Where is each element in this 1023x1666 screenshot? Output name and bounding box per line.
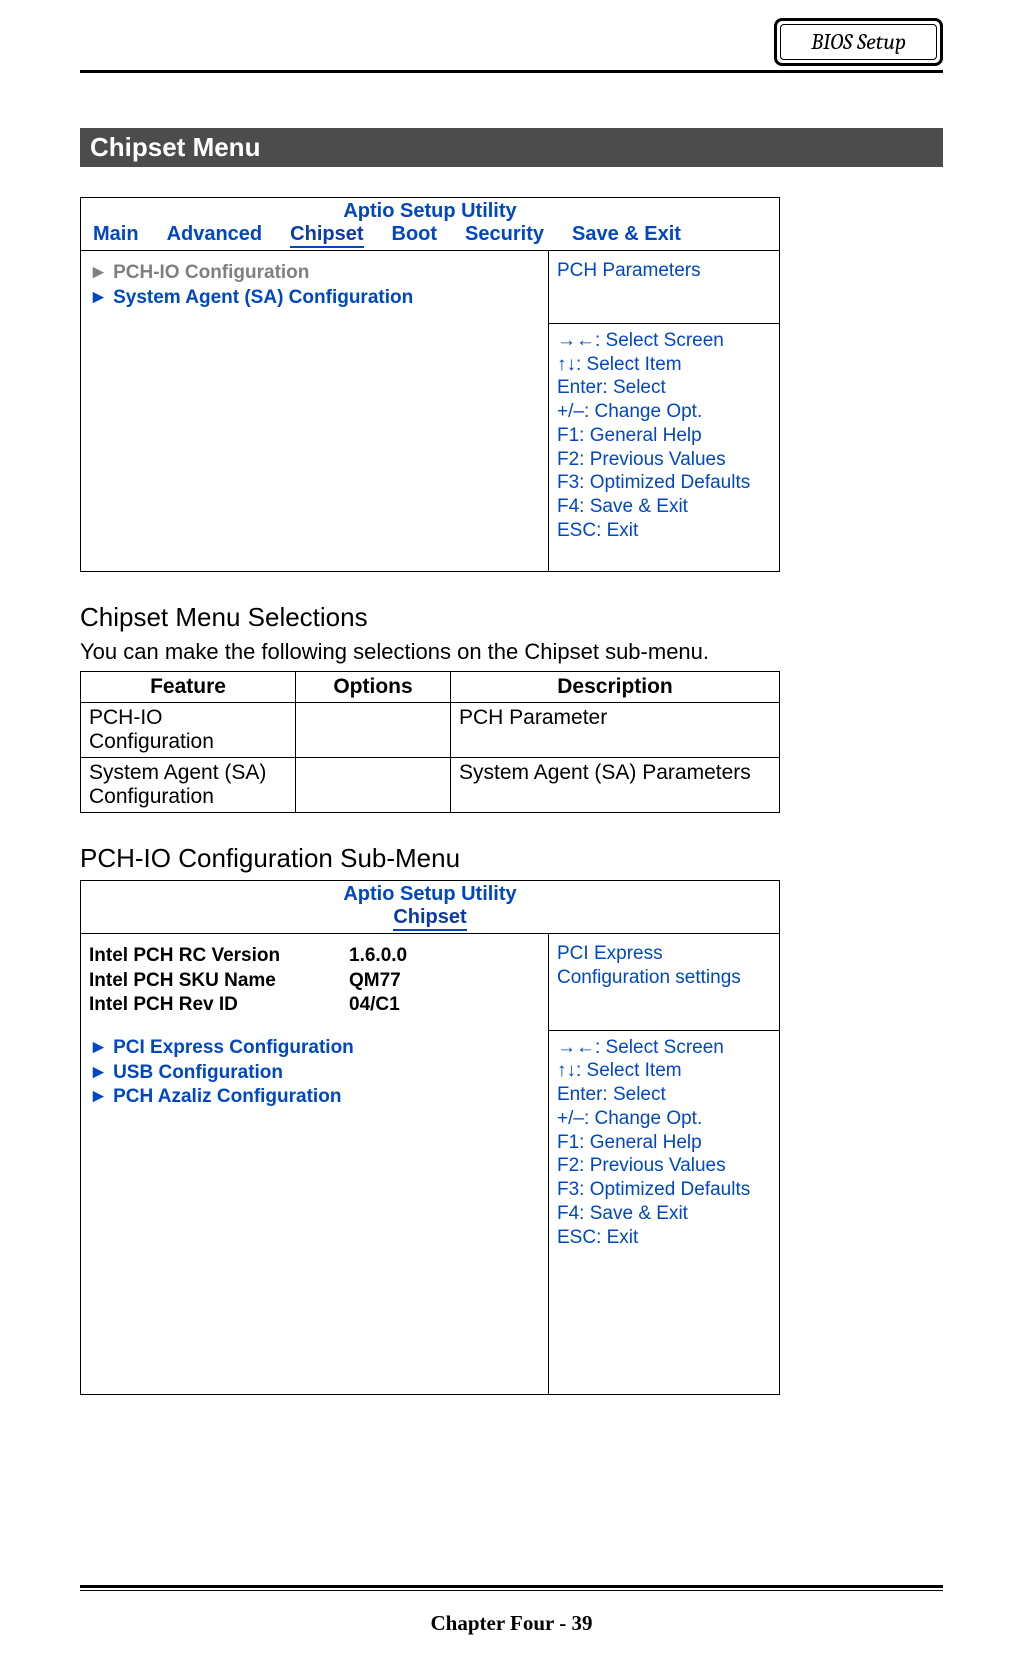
tab-row-single: Chipset <box>81 906 779 934</box>
td-options <box>296 703 451 758</box>
menu-item-pchio[interactable]: ► PCH-IO Configuration <box>89 261 540 286</box>
aptio-key-help: →←: Select Screen ↑↓: Select Item Enter:… <box>549 324 779 571</box>
key-line: →←: Select Screen <box>557 1036 771 1060</box>
selections-table: Feature Options Description PCH-IO Confi… <box>80 671 780 813</box>
tab-row: Main Advanced Chipset Boot Security Save… <box>81 223 779 251</box>
tab-boot[interactable]: Boot <box>392 223 438 248</box>
key-line: Enter: Select <box>557 1083 771 1107</box>
tab-main[interactable]: Main <box>93 223 139 248</box>
key-line: F4: Save & Exit <box>557 1202 771 1226</box>
key-line: +/–: Change Opt. <box>557 1107 771 1131</box>
td-description: System Agent (SA) Parameters <box>451 758 780 813</box>
aptio-help-text: PCH Parameters <box>549 251 779 324</box>
th-description: Description <box>451 672 780 703</box>
aptio-left-panel: Intel PCH RC Version 1.6.0.0 Intel PCH S… <box>81 934 549 1394</box>
key-line: F1: General Help <box>557 424 771 448</box>
menu-item-azaliz[interactable]: ► PCH Azaliz Configuration <box>89 1085 540 1110</box>
info-value: 04/C1 <box>349 993 400 1018</box>
aptio-body: Intel PCH RC Version 1.6.0.0 Intel PCH S… <box>81 934 779 1394</box>
key-line: +/–: Change Opt. <box>557 400 771 424</box>
tab-saveexit[interactable]: Save & Exit <box>572 223 681 248</box>
th-feature: Feature <box>81 672 296 703</box>
footer: Chapter Four - 39 <box>80 1585 943 1636</box>
aptio-body: ► PCH-IO Configuration ► System Agent (S… <box>81 251 779 571</box>
aptio-pchio-box: Aptio Setup Utility Chipset Intel PCH RC… <box>80 880 780 1395</box>
top-rule <box>80 70 943 73</box>
spacer <box>89 1018 540 1036</box>
key-line: ESC: Exit <box>557 519 771 543</box>
aptio-title: Aptio Setup Utility <box>81 881 779 906</box>
menu-item-sa[interactable]: ► System Agent (SA) Configuration <box>89 286 540 311</box>
key-line: F1: General Help <box>557 1131 771 1155</box>
tab-advanced[interactable]: Advanced <box>167 223 263 248</box>
footer-text: Chapter Four - 39 <box>80 1611 943 1636</box>
key-line: ESC: Exit <box>557 1226 771 1250</box>
key-line: F2: Previous Values <box>557 448 771 472</box>
tab-chipset[interactable]: Chipset <box>290 223 363 248</box>
info-row: Intel PCH RC Version 1.6.0.0 <box>89 944 540 969</box>
table-header-row: Feature Options Description <box>81 672 780 703</box>
key-line: →←: Select Screen <box>557 329 771 353</box>
td-options <box>296 758 451 813</box>
aptio-left-panel: ► PCH-IO Configuration ► System Agent (S… <box>81 251 549 571</box>
selections-heading: Chipset Menu Selections <box>80 602 943 633</box>
aptio-title: Aptio Setup Utility <box>81 198 779 223</box>
aptio-key-help: →←: Select Screen ↑↓: Select Item Enter:… <box>549 1031 779 1395</box>
header-badge-text: BIOS Setup <box>780 24 937 60</box>
menu-item-usb[interactable]: ► USB Configuration <box>89 1061 540 1086</box>
key-line: Enter: Select <box>557 376 771 400</box>
info-row: Intel PCH SKU Name QM77 <box>89 969 540 994</box>
info-label: Intel PCH Rev ID <box>89 993 349 1018</box>
aptio-right-panel: PCH Parameters →←: Select Screen ↑↓: Sel… <box>549 251 779 571</box>
td-feature: System Agent (SA) Configuration <box>81 758 296 813</box>
key-line: ↑↓: Select Item <box>557 353 771 377</box>
info-value: 1.6.0.0 <box>349 944 407 969</box>
key-line: F2: Previous Values <box>557 1154 771 1178</box>
td-feature: PCH-IO Configuration <box>81 703 296 758</box>
selections-intro: You can make the following selections on… <box>80 639 943 665</box>
key-line: F3: Optimized Defaults <box>557 1178 771 1202</box>
info-label: Intel PCH RC Version <box>89 944 349 969</box>
section-title: Chipset Menu <box>80 128 943 167</box>
key-line: ↑↓: Select Item <box>557 1059 771 1083</box>
menu-item-pcie[interactable]: ► PCI Express Configuration <box>89 1036 540 1061</box>
th-options: Options <box>296 672 451 703</box>
aptio-right-panel: PCI Express Configuration settings →←: S… <box>549 934 779 1394</box>
info-row: Intel PCH Rev ID 04/C1 <box>89 993 540 1018</box>
tab-chipset[interactable]: Chipset <box>393 906 466 931</box>
td-description: PCH Parameter <box>451 703 780 758</box>
key-line: F4: Save & Exit <box>557 495 771 519</box>
aptio-chipset-box: Aptio Setup Utility Main Advanced Chipse… <box>80 197 780 572</box>
pchio-subheading: PCH-IO Configuration Sub-Menu <box>80 843 943 874</box>
footer-rule <box>80 1585 943 1591</box>
key-line: F3: Optimized Defaults <box>557 471 771 495</box>
table-row: System Agent (SA) Configuration System A… <box>81 758 780 813</box>
tab-security[interactable]: Security <box>465 223 544 248</box>
aptio-help-text: PCI Express Configuration settings <box>549 934 779 1031</box>
table-row: PCH-IO Configuration PCH Parameter <box>81 703 780 758</box>
header-badge: BIOS Setup <box>774 18 943 66</box>
info-label: Intel PCH SKU Name <box>89 969 349 994</box>
info-value: QM77 <box>349 969 401 994</box>
